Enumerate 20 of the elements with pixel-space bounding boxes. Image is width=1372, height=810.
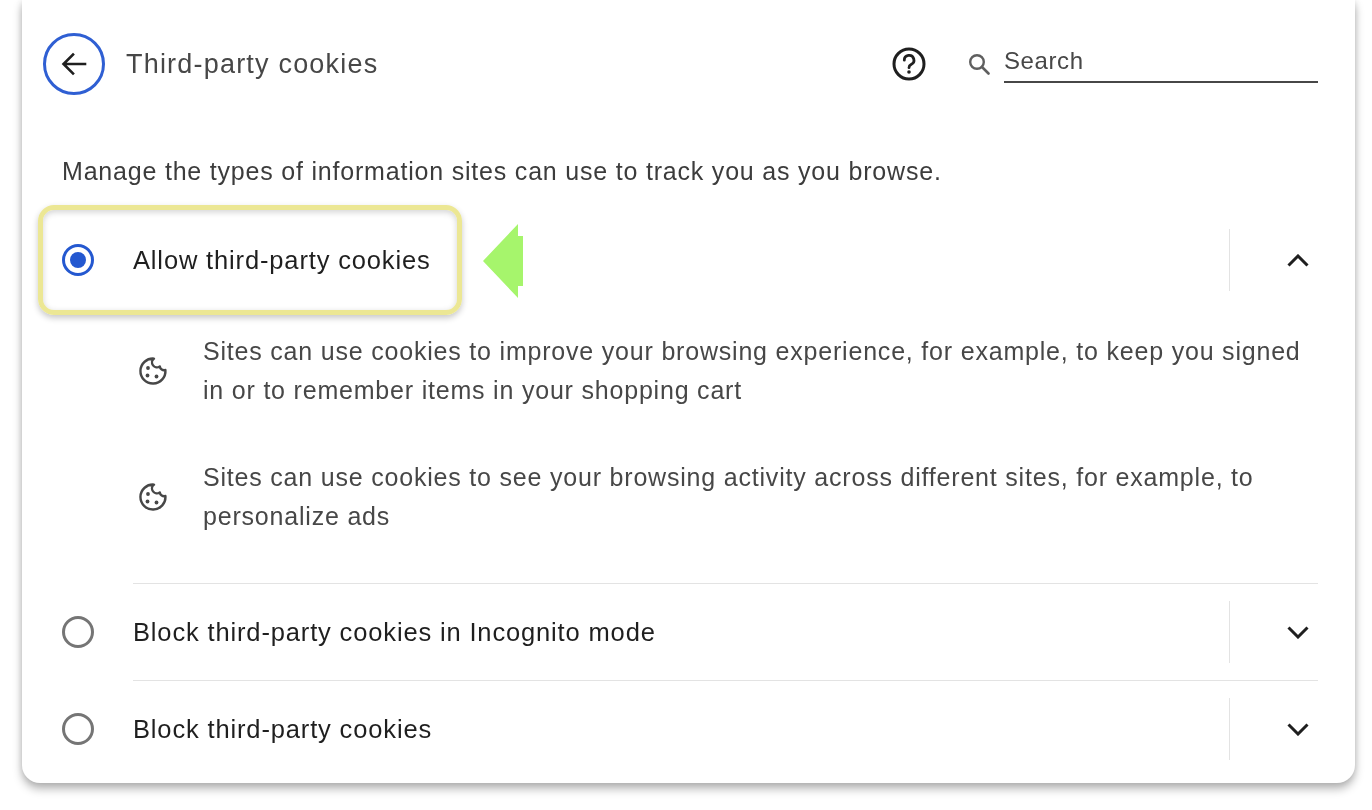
chevron-down-icon[interactable] — [1287, 722, 1309, 736]
back-arrow-icon[interactable] — [61, 52, 87, 76]
detail-text: Sites can use cookies to improve your browsing experience, for example, to keep you signed in or to remember items in your shopping cart — [203, 336, 1302, 406]
cookie-icon — [137, 355, 169, 387]
help-icon[interactable] — [892, 47, 926, 81]
pointer-arrow-icon — [483, 224, 523, 298]
search-field[interactable]: Search — [1004, 45, 1318, 83]
option-label[interactable]: Block third-party cookies in Incognito mode — [133, 612, 656, 652]
cookie-icon — [137, 481, 169, 513]
chevron-down-icon[interactable] — [1287, 625, 1309, 639]
radio-button[interactable] — [62, 244, 94, 276]
detail-text: Sites can use cookies to see your browsing activity across different sites, for example, to personalize ads — [203, 462, 1255, 532]
search-icon — [968, 53, 990, 75]
radio-button[interactable] — [62, 713, 94, 745]
radio-button[interactable] — [62, 616, 94, 648]
chevron-up-icon[interactable] — [1287, 253, 1309, 267]
option-label[interactable]: Allow third-party cookies — [133, 240, 431, 280]
page-title: Third-party cookies — [126, 47, 379, 81]
option-label[interactable]: Block third-party cookies — [133, 709, 433, 749]
description-text: Manage the types of information sites can use to track you as you browse. — [62, 156, 943, 186]
